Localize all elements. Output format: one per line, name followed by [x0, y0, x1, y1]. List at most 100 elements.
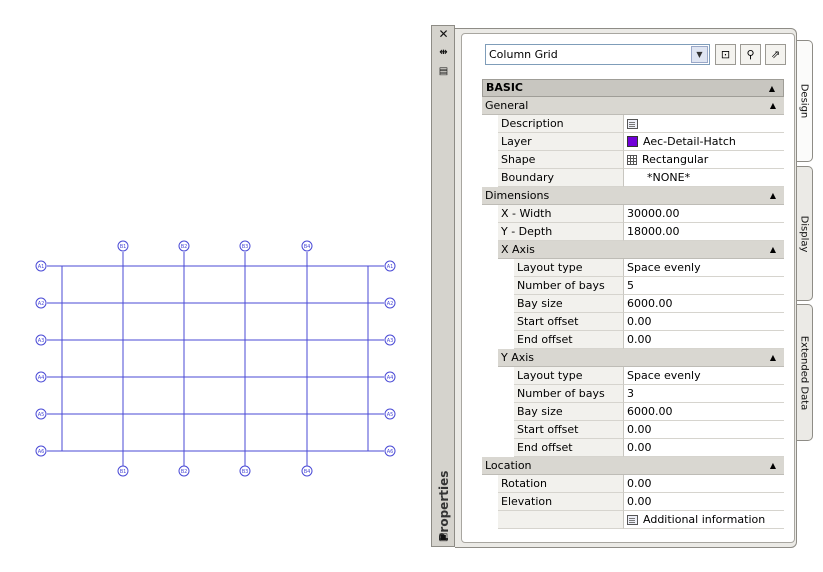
property-row[interactable]: Rotation 0.00 — [498, 475, 784, 493]
grid-bubble-left[interactable]: A5 — [35, 408, 47, 420]
property-row[interactable]: Number of bays 5 — [514, 277, 784, 295]
property-label: Description — [498, 115, 624, 133]
column-grid-drawing[interactable]: B1 B1 B2 B2 B3 B3 B4 B4 A1 A1 A2 A2 A3 A3 A4 A4 A5 A5 A6 A6 — [0, 0, 430, 572]
tab-extended-data[interactable]: Extended Data — [795, 304, 813, 441]
property-row[interactable]: X - Width 30000.00 — [498, 205, 784, 223]
grid-bubble-left[interactable]: A4 — [35, 371, 47, 383]
grid-bubble-right[interactable]: A2 — [384, 297, 396, 309]
property-value-text: *NONE* — [647, 171, 691, 184]
grid-bubble-right[interactable]: A3 — [384, 334, 396, 346]
category-dimensions[interactable]: Dimensions ▲ — [482, 187, 784, 205]
property-label: Y - Depth — [498, 223, 624, 241]
property-row[interactable]: End offset 0.00 — [514, 439, 784, 457]
close-icon[interactable]: ✕ — [437, 28, 450, 41]
category-y-axis[interactable]: Y Axis ▲ — [498, 349, 784, 367]
grid-bubble-left[interactable]: A6 — [35, 445, 47, 457]
property-value[interactable]: *NONE* — [624, 169, 784, 187]
collapse-icon[interactable]: ▲ — [770, 187, 776, 205]
category-location[interactable]: Location ▲ — [482, 457, 784, 475]
grid-bubble-bottom[interactable]: B2 — [178, 465, 190, 477]
property-label: Elevation — [498, 493, 624, 511]
palette-title-bar[interactable]: ✕ ⇹ ▤ Properties ▣ — [431, 25, 455, 547]
grid-bubble-bottom[interactable]: B3 — [239, 465, 251, 477]
grid-bubble-right[interactable]: A6 — [384, 445, 396, 457]
property-row[interactable]: Layout type Space evenly — [514, 259, 784, 277]
property-value[interactable]: 18000.00 — [624, 223, 784, 241]
property-value[interactable]: 5 — [624, 277, 784, 295]
property-value-text: Additional information — [643, 513, 766, 526]
property-value[interactable]: 0.00 — [624, 475, 784, 493]
property-value[interactable]: 3 — [624, 385, 784, 403]
property-row[interactable]: Elevation 0.00 — [498, 493, 784, 511]
select-objects-icon[interactable]: ⊡ — [715, 44, 736, 65]
category-basic[interactable]: BASIC ▲ — [482, 79, 784, 97]
grid-bubble-top[interactable]: B1 — [117, 240, 129, 252]
object-style-select[interactable]: Column Grid ▼ — [485, 44, 710, 65]
property-value[interactable]: 0.00 — [624, 331, 784, 349]
property-row[interactable]: Additional information — [498, 511, 784, 529]
grid-bubble-bottom[interactable]: B1 — [117, 465, 129, 477]
property-value-text: 30000.00 — [627, 207, 680, 220]
grid-bubble-top[interactable]: B4 — [301, 240, 313, 252]
toggle-pickadd-icon[interactable]: ⇗ — [765, 44, 786, 65]
property-row[interactable]: Description — [498, 115, 784, 133]
collapse-icon[interactable]: ▲ — [770, 241, 776, 259]
property-row[interactable]: Bay size 6000.00 — [514, 295, 784, 313]
grid-bubble-label: B2 — [181, 469, 188, 475]
property-row[interactable]: Number of bays 3 — [514, 385, 784, 403]
grid-bubble-label: B1 — [120, 244, 127, 250]
property-value[interactable]: 0.00 — [624, 313, 784, 331]
property-row[interactable]: End offset 0.00 — [514, 331, 784, 349]
property-value[interactable]: Aec-Detail-Hatch — [624, 133, 784, 151]
property-row[interactable]: Boundary *NONE* — [498, 169, 784, 187]
property-value[interactable]: Rectangular — [624, 151, 784, 169]
property-value[interactable]: 30000.00 — [624, 205, 784, 223]
property-value[interactable]: 6000.00 — [624, 295, 784, 313]
grid-bubble-right[interactable]: A1 — [384, 260, 396, 272]
property-value-text: 0.00 — [627, 441, 652, 454]
grid-bubble-left[interactable]: A3 — [35, 334, 47, 346]
property-value[interactable]: Space evenly — [624, 259, 784, 277]
property-row[interactable]: Bay size 6000.00 — [514, 403, 784, 421]
property-value-text: Space evenly — [627, 261, 701, 274]
property-row[interactable]: Shape Rectangular — [498, 151, 784, 169]
property-row[interactable]: Start offset 0.00 — [514, 313, 784, 331]
quick-select-icon-button[interactable]: ⚲ — [740, 44, 761, 65]
collapse-icon[interactable]: ▲ — [770, 349, 776, 367]
quick-select-icon[interactable]: ▣ — [437, 531, 450, 544]
property-row[interactable]: Start offset 0.00 — [514, 421, 784, 439]
palette-menu-icon[interactable]: ▤ — [437, 65, 450, 78]
grid-bubble-right[interactable]: A5 — [384, 408, 396, 420]
property-value-text: Aec-Detail-Hatch — [643, 135, 736, 148]
property-value[interactable]: 0.00 — [624, 421, 784, 439]
property-value[interactable]: Space evenly — [624, 367, 784, 385]
property-value[interactable] — [624, 115, 784, 133]
property-row[interactable]: Layout type Space evenly — [514, 367, 784, 385]
grid-bubble-left[interactable]: A1 — [35, 260, 47, 272]
property-value[interactable]: Additional information — [624, 511, 784, 529]
palette-title: Properties — [437, 470, 451, 542]
property-row[interactable]: Layer Aec-Detail-Hatch — [498, 133, 784, 151]
property-value[interactable]: 6000.00 — [624, 403, 784, 421]
property-row[interactable]: Y - Depth 18000.00 — [498, 223, 784, 241]
collapse-icon[interactable]: ▲ — [770, 97, 776, 115]
property-value-text: 0.00 — [627, 423, 652, 436]
property-value[interactable]: 0.00 — [624, 439, 784, 457]
grid-bubble-label: A4 — [38, 375, 45, 381]
grid-bubble-top[interactable]: B3 — [239, 240, 251, 252]
property-value[interactable]: 0.00 — [624, 493, 784, 511]
tab-display[interactable]: Display — [795, 166, 813, 301]
additional-information-icon[interactable] — [627, 514, 638, 525]
chevron-down-icon[interactable]: ▼ — [691, 46, 708, 63]
tab-design[interactable]: Design — [795, 40, 813, 162]
grid-bubble-top[interactable]: B2 — [178, 240, 190, 252]
category-general[interactable]: General ▲ — [482, 97, 784, 115]
description-icon[interactable] — [627, 118, 638, 129]
grid-bubble-bottom[interactable]: B4 — [301, 465, 313, 477]
collapse-icon[interactable]: ▲ — [770, 457, 776, 475]
auto-hide-icon[interactable]: ⇹ — [437, 46, 450, 59]
grid-bubble-left[interactable]: A2 — [35, 297, 47, 309]
grid-bubble-right[interactable]: A4 — [384, 371, 396, 383]
category-x-axis[interactable]: X Axis ▲ — [498, 241, 784, 259]
collapse-icon[interactable]: ▲ — [769, 80, 775, 98]
